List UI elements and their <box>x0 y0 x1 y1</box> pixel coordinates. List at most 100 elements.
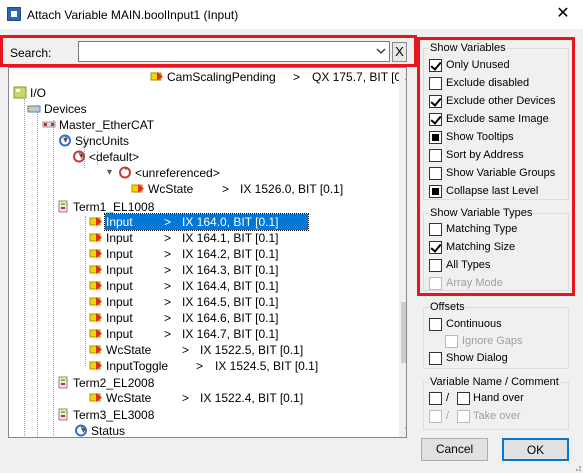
ok-button[interactable]: OK <box>502 438 569 461</box>
tree-node-arrow: > <box>164 215 172 229</box>
option-label: Exclude disabled <box>446 77 530 89</box>
checkbox[interactable] <box>429 167 442 180</box>
tree-node-arrow: > <box>164 311 172 325</box>
show-variable-types-title: Show Variable Types <box>429 207 534 219</box>
tree-node[interactable]: WcState <box>148 181 193 197</box>
checkbox[interactable] <box>429 259 442 272</box>
tree-vertical-scrollbar[interactable]: ▲ ▼ <box>399 69 406 437</box>
option-label: Exclude other Devices <box>446 95 556 107</box>
tree-node-label: Term1_EL1008 <box>73 200 155 214</box>
option-label: Array Mode <box>446 277 503 289</box>
variable-icon <box>89 295 103 308</box>
checkbox[interactable] <box>429 77 442 90</box>
name-take-over-checkbox[interactable] <box>429 410 442 423</box>
tree-node-address: IX 1522.5, BIT [0.1] <box>200 343 304 357</box>
take-over-label: Take over <box>473 410 521 422</box>
terminal-icon <box>56 200 70 213</box>
variable-tree[interactable]: CamScalingPending > QX 175.7, BIT [0.1] ▾ I/… <box>8 67 407 438</box>
terminal-icon <box>56 376 70 389</box>
name-hand-over-checkbox[interactable] <box>429 392 442 405</box>
tree-node[interactable]: <unreferenced> <box>135 165 220 181</box>
chevron-down-icon[interactable] <box>376 46 386 56</box>
tree-node[interactable]: SyncUnits <box>75 133 129 149</box>
ignore-gaps-label: Ignore Gaps <box>462 335 523 347</box>
checkbox[interactable] <box>429 223 442 236</box>
checkbox[interactable] <box>429 185 442 198</box>
tree-node[interactable]: Term1_EL1008 <box>73 199 154 215</box>
tree-node-label: Input <box>106 231 133 245</box>
tree-node[interactable]: Input <box>106 262 133 278</box>
tree-node-label: WcState <box>106 343 152 357</box>
devices-icon <box>27 102 41 115</box>
variable-name-group <box>423 382 569 430</box>
tree-node[interactable]: WcState <box>106 390 151 406</box>
tree-node[interactable]: Term2_EL2008 <box>73 375 154 391</box>
variable-icon <box>89 327 103 340</box>
show-dialog-checkbox[interactable] <box>429 352 442 365</box>
variable-icon <box>89 311 103 324</box>
tree-node[interactable]: Status <box>91 423 125 437</box>
continuous-checkbox[interactable] <box>429 318 442 331</box>
tree-node-label: Input <box>106 295 133 309</box>
scroll-down-button[interactable]: ▼ <box>399 421 406 437</box>
tree-node[interactable]: Input <box>106 214 133 230</box>
tree-node-address: IX 164.0, BIT [0.1] <box>182 215 279 229</box>
tree-node[interactable]: Input <box>106 278 133 294</box>
tree-node-label: <unreferenced> <box>135 166 220 180</box>
ignore-gaps-checkbox[interactable] <box>445 335 458 348</box>
scroll-thumb[interactable] <box>401 302 406 363</box>
search-combobox[interactable] <box>78 41 390 62</box>
tree-node[interactable]: WcState <box>106 342 151 358</box>
tree-node-label: SyncUnits <box>75 134 130 148</box>
tree-node-address: IX 164.2, BIT [0.1] <box>182 247 279 261</box>
resize-grip-icon[interactable] <box>572 462 582 472</box>
tree-node[interactable]: Input <box>106 326 133 342</box>
comment-hand-over-checkbox[interactable] <box>457 392 470 405</box>
tree-node-arrow: > <box>164 279 172 293</box>
search-input[interactable] <box>79 42 369 61</box>
clear-search-button[interactable]: X <box>392 42 407 62</box>
checkbox[interactable] <box>429 241 442 254</box>
tree-node-label: Input <box>106 215 133 229</box>
tree-node-address: IX 1522.4, BIT [0.1] <box>200 391 304 405</box>
tree-node[interactable]: Devices <box>44 101 87 117</box>
tree-expander[interactable]: ▾ <box>107 168 116 178</box>
close-button[interactable]: ✕ <box>548 3 578 25</box>
tree-node-arrow: > <box>164 263 172 277</box>
variable-icon <box>89 391 103 404</box>
tree-node[interactable]: I/O <box>30 85 46 101</box>
tree-node[interactable]: InputToggle <box>106 358 168 374</box>
tree-node-address: IX 164.4, BIT [0.1] <box>182 279 279 293</box>
checkbox[interactable] <box>429 59 442 72</box>
tree-node[interactable]: Input <box>106 230 133 246</box>
tree-node[interactable]: Input <box>106 246 133 262</box>
checkbox[interactable] <box>429 113 442 126</box>
tree-node[interactable]: Master_EtherCAT <box>59 117 154 133</box>
scroll-up-button[interactable]: ▲ <box>399 69 406 86</box>
tree-node-address: IX 164.6, BIT [0.1] <box>182 311 279 325</box>
tree-node[interactable]: Term3_EL3008 <box>73 407 154 423</box>
tree-node[interactable]: Input <box>106 294 133 310</box>
checkbox[interactable] <box>429 149 442 162</box>
tree-node[interactable]: <default> <box>89 149 139 165</box>
tree-node-address: IX 164.5, BIT [0.1] <box>182 295 279 309</box>
tree-node[interactable]: Input <box>106 310 133 326</box>
tree-node-arrow: > <box>196 359 204 373</box>
tree-node[interactable]: CamScalingPending <box>167 69 276 85</box>
checkbox[interactable] <box>429 95 442 108</box>
tree-node-label: Devices <box>44 102 87 116</box>
hand-over-label: Hand over <box>473 392 524 404</box>
option-label: Matching Size <box>446 241 516 253</box>
tree-node-arrow: > <box>182 343 190 357</box>
tree-node-address: IX 1526.0, BIT [0.1] <box>240 182 344 196</box>
tree-node-arrow: > <box>164 231 172 245</box>
checkbox[interactable] <box>429 131 442 144</box>
checkbox[interactable] <box>429 277 442 290</box>
tree-node-address: IX 164.7, BIT [0.1] <box>182 327 279 341</box>
tree-node-arrow: > <box>164 295 172 309</box>
show-variables-title: Show Variables <box>429 42 507 54</box>
comment-take-over-checkbox[interactable] <box>457 410 470 423</box>
cancel-button[interactable]: Cancel <box>421 438 488 461</box>
tree-node-label: Term3_EL3008 <box>73 408 155 422</box>
tree-node-label: <default> <box>89 150 140 164</box>
